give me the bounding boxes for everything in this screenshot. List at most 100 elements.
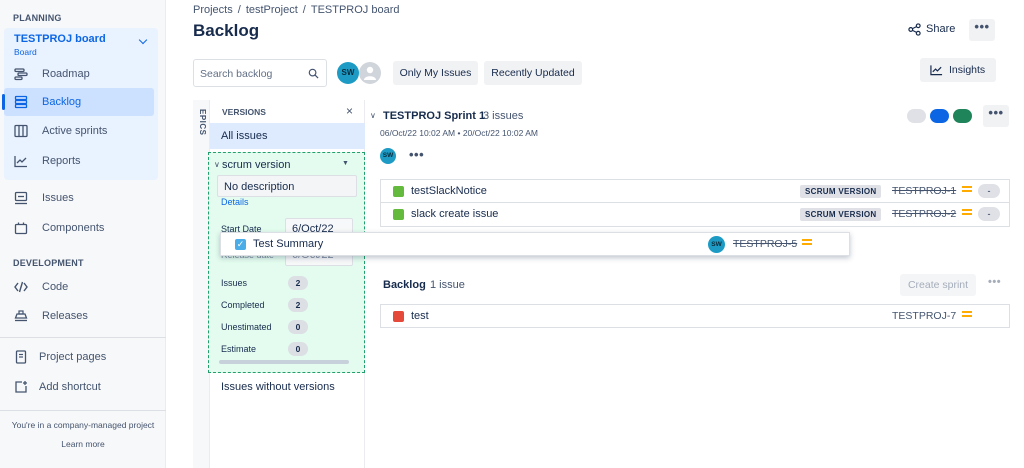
- version-description-text: No description: [224, 181, 295, 193]
- insights-button[interactable]: Insights: [920, 58, 996, 82]
- issue-summary: Test Summary: [253, 238, 324, 250]
- dragged-issue-card[interactable]: ✓ Test Summary SW TESTPROJ-5: [220, 232, 850, 256]
- task-icon: ✓: [235, 239, 246, 250]
- insights-icon: [930, 65, 943, 76]
- sidebar-item-label: Issues: [42, 192, 74, 204]
- sprint-avatar-more[interactable]: •••: [409, 147, 424, 162]
- issue-summary: slack create issue: [411, 208, 499, 220]
- share-button[interactable]: Share: [906, 20, 956, 40]
- board-subtitle: Board: [14, 47, 37, 57]
- sidebar-item-project-pages[interactable]: Project pages: [4, 343, 154, 371]
- sidebar-divider: [0, 410, 166, 411]
- stat-label: Unestimated: [221, 322, 272, 332]
- stat-value: 0: [288, 342, 308, 356]
- stat-label: Estimate: [221, 344, 257, 354]
- sidebar-item-label: Components: [42, 222, 105, 234]
- company-managed-note: You're in a company-managed project: [11, 420, 155, 430]
- sprint-dates: 06/Oct/22 10:02 AM • 20/Oct/22 10:02 AM: [380, 128, 538, 138]
- sprint-more-button[interactable]: •••: [983, 105, 1009, 127]
- avatar-filter-unassigned[interactable]: [359, 62, 381, 84]
- backlog-issue-count: 1 issue: [430, 279, 465, 291]
- version-lozenge: SCRUM VERSION: [800, 208, 882, 221]
- search-placeholder: Search backlog: [200, 68, 273, 80]
- sprint-issue-count: 3 issues: [483, 110, 524, 122]
- stat-value: 2: [288, 276, 308, 290]
- sidebar-item-label: Reports: [42, 155, 81, 167]
- stat-label: Completed: [221, 300, 265, 310]
- sidebar-item-label: Backlog: [42, 96, 82, 108]
- only-my-issues-button[interactable]: Only My Issues: [393, 61, 478, 85]
- sidebar-item-label: Active sprints: [42, 125, 108, 137]
- issue-key[interactable]: TESTPROJ-1: [892, 185, 956, 197]
- sidebar-item-code[interactable]: Code: [4, 273, 154, 301]
- chevron-down-icon[interactable]: ∨: [370, 111, 376, 120]
- sidebar-item-active-sprints[interactable]: Active sprints: [4, 117, 154, 145]
- issue-summary: testSlackNotice: [411, 185, 487, 197]
- sprint-avatar[interactable]: SW: [380, 148, 396, 164]
- releases-icon: [14, 310, 28, 322]
- issues-without-versions-item[interactable]: Issues without versions: [221, 381, 335, 393]
- priority-medium-icon: [962, 311, 972, 319]
- roadmap-icon: [14, 68, 28, 81]
- breadcrumb-project[interactable]: testProject: [246, 4, 298, 16]
- sprint-title: TESTPROJ Sprint 1: [383, 110, 486, 122]
- story-points[interactable]: -: [978, 184, 1000, 198]
- search-input[interactable]: Search backlog: [193, 59, 327, 87]
- epics-label[interactable]: EPICS: [198, 109, 207, 136]
- version-card[interactable]: ∨ scrum version ▼ No description Details…: [208, 152, 365, 373]
- sidebar-item-label: Roadmap: [42, 68, 90, 80]
- header-more-button[interactable]: •••: [969, 19, 995, 41]
- priority-medium-icon: [962, 209, 972, 217]
- stat-label: Issues: [221, 278, 248, 288]
- share-label: Share: [926, 23, 956, 35]
- recently-updated-button[interactable]: Recently Updated: [484, 61, 582, 85]
- backlog-icon: [14, 95, 28, 109]
- issue-row[interactable]: test TESTPROJ-7: [380, 304, 1010, 328]
- sidebar-item-components[interactable]: Components: [4, 214, 154, 242]
- status-done-count: [953, 109, 972, 123]
- breadcrumb-board[interactable]: TESTPROJ board: [311, 4, 400, 16]
- sidebar-divider: [0, 337, 166, 338]
- sidebar-item-releases[interactable]: Releases: [4, 302, 154, 330]
- sidebar-item-label: Add shortcut: [39, 381, 101, 393]
- learn-more-link[interactable]: Learn more: [0, 439, 166, 449]
- story-icon: [393, 209, 404, 220]
- create-sprint-button[interactable]: Create sprint: [900, 274, 976, 296]
- sidebar-item-reports[interactable]: Reports: [4, 147, 154, 175]
- project-pages-icon: [15, 350, 27, 364]
- sidebar-item-add-shortcut[interactable]: Add shortcut: [4, 373, 154, 401]
- sidebar-item-issues[interactable]: Issues: [4, 184, 154, 212]
- close-icon[interactable]: ×: [346, 104, 353, 118]
- chevron-down-icon[interactable]: [138, 35, 148, 45]
- planning-heading: PLANNING: [13, 13, 62, 23]
- issue-row[interactable]: slack create issue SCRUM VERSION TESTPRO…: [380, 203, 1010, 227]
- issue-key: TESTPROJ-5: [733, 238, 798, 250]
- sidebar-item-backlog[interactable]: Backlog: [2, 88, 154, 116]
- breadcrumb: Projects / testProject / TESTPROJ board: [193, 4, 400, 16]
- page-title: Backlog: [193, 21, 260, 40]
- stat-value: 0: [288, 320, 308, 334]
- all-issues-label: All issues: [221, 130, 268, 142]
- version-lozenge: SCRUM VERSION: [800, 185, 882, 198]
- code-icon: [14, 281, 28, 293]
- bug-icon: [393, 311, 404, 322]
- backlog-more-button[interactable]: •••: [988, 276, 1001, 288]
- issue-key[interactable]: TESTPROJ-7: [892, 310, 956, 322]
- caret-down-icon[interactable]: ▼: [342, 160, 349, 167]
- version-details-link[interactable]: Details: [221, 197, 249, 207]
- active-indicator: [2, 94, 5, 110]
- story-icon: [393, 186, 404, 197]
- backlog-title: Backlog: [383, 279, 426, 291]
- issue-row[interactable]: testSlackNotice SCRUM VERSION TESTPROJ-1…: [380, 179, 1010, 203]
- story-points[interactable]: -: [978, 207, 1000, 221]
- issue-key[interactable]: TESTPROJ-2: [892, 208, 956, 220]
- version-description[interactable]: No description: [217, 175, 357, 197]
- sidebar-item-roadmap[interactable]: Roadmap: [4, 60, 154, 88]
- version-progress-bar: [219, 360, 349, 364]
- chevron-down-icon[interactable]: ∨: [214, 160, 220, 169]
- person-icon: [364, 66, 376, 80]
- all-issues-item[interactable]: All issues: [210, 123, 365, 149]
- active-sprints-icon: [14, 124, 28, 138]
- breadcrumb-projects[interactable]: Projects: [193, 4, 233, 16]
- avatar-filter-sw[interactable]: SW: [337, 62, 359, 84]
